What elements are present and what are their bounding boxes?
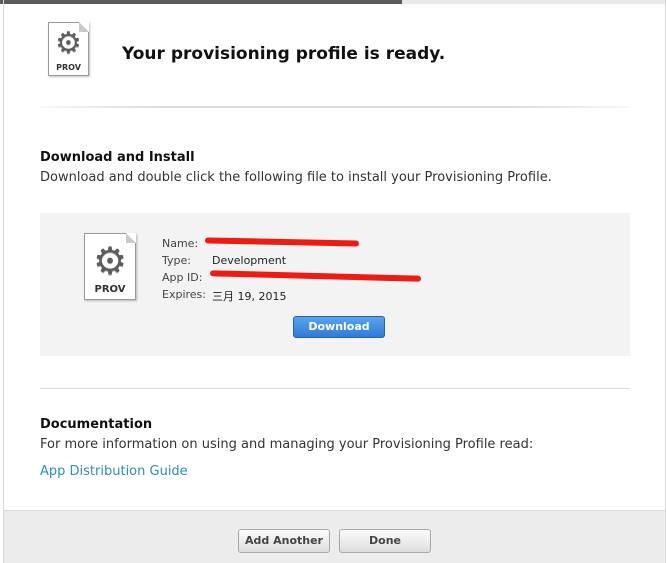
profile-app-id-label: App ID: [162, 271, 203, 284]
prov-icon-label: PROV [56, 63, 81, 72]
provisioning-profile-page: ⚙ PROV Your provisioning profile is read… [0, 0, 666, 563]
profile-type-label: Type: [162, 254, 191, 267]
section-divider [40, 388, 630, 389]
download-install-heading: Download and Install [40, 150, 195, 165]
documentation-heading: Documentation [40, 417, 153, 432]
profile-name-label: Name: [162, 237, 199, 250]
profile-file-icon: ⚙ PROV [84, 233, 136, 300]
page-fold [126, 233, 136, 243]
app-distribution-guide-link[interactable]: App Distribution Guide [40, 464, 188, 479]
done-button[interactable]: Done [339, 529, 431, 553]
header-divider [40, 106, 630, 108]
gear-icon: ⚙ [92, 239, 128, 283]
download-button[interactable]: Download [293, 316, 385, 338]
prov-icon-label: PROV [94, 284, 126, 295]
provisioning-profile-icon: ⚙ PROV [48, 22, 89, 76]
page-title: Your provisioning profile is ready. [122, 44, 446, 64]
top-tab-strip-active [0, 0, 402, 4]
left-border [3, 0, 4, 563]
profile-expires-value: 三月 19, 2015 [212, 290, 287, 303]
download-install-description: Download and double click the following … [40, 170, 552, 185]
add-another-button[interactable]: Add Another [238, 529, 330, 553]
footer-bar [4, 510, 665, 563]
gear-icon: ⚙ [55, 26, 82, 61]
top-tab-strip [0, 0, 666, 4]
documentation-description: For more information on using and managi… [40, 437, 534, 452]
profile-expires-label: Expires: [162, 288, 206, 301]
profile-type-value: Development [212, 254, 287, 267]
